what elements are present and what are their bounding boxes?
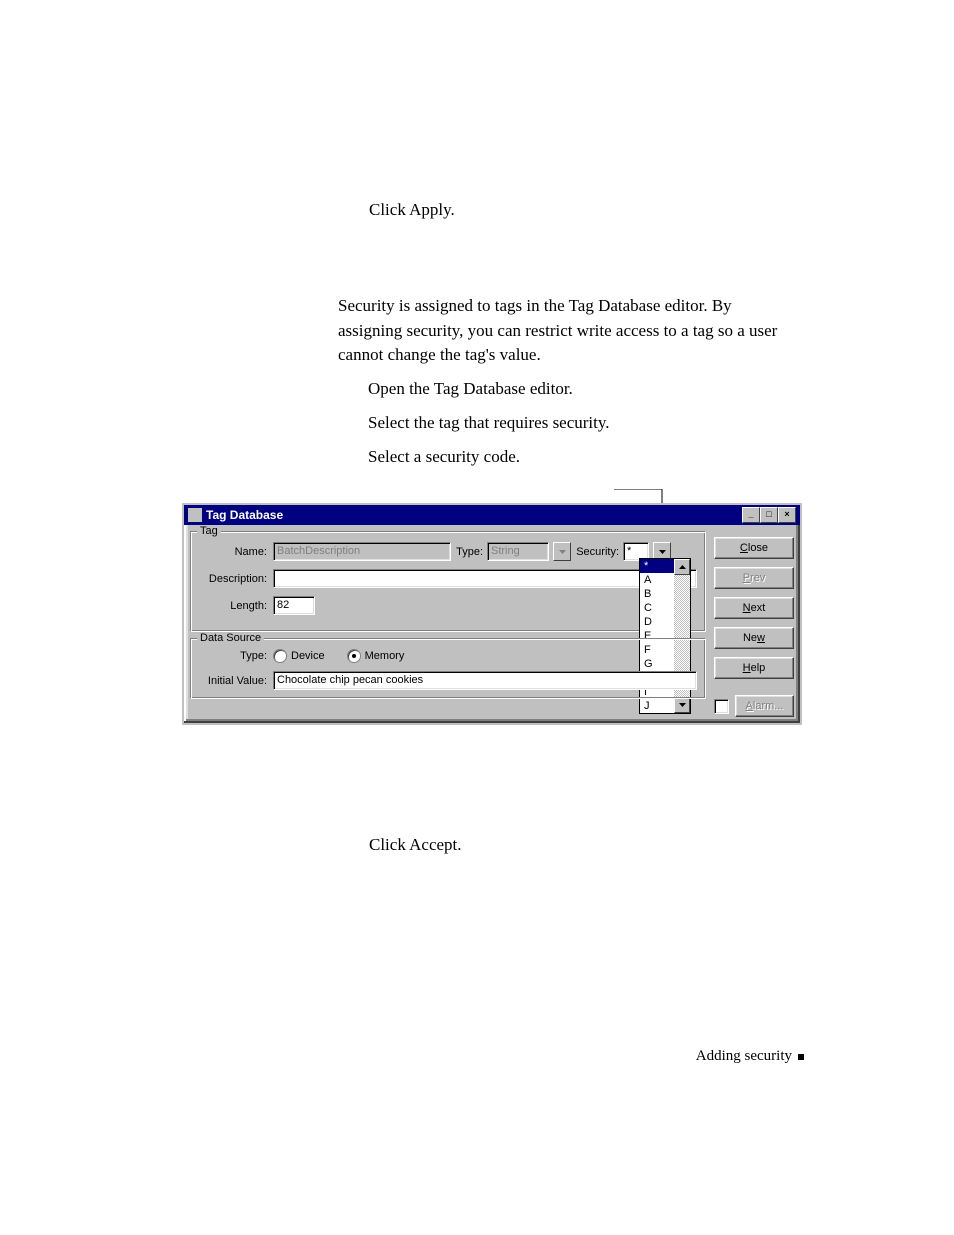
name-field[interactable]: BatchDescription — [273, 542, 451, 561]
data-source-group-label: Data Source — [197, 632, 264, 644]
chevron-down-icon — [659, 550, 666, 554]
step-select-tag: Select the tag that requires security. — [338, 411, 610, 436]
system-menu-icon[interactable] — [188, 508, 202, 522]
tag-group-label: Tag — [197, 525, 221, 537]
scroll-down-button[interactable] — [674, 697, 690, 713]
scroll-up-button[interactable] — [674, 559, 690, 575]
paragraph-security-intro: Security is assigned to tags in the Tag … — [338, 294, 778, 368]
prev-button: Prev — [714, 567, 794, 589]
security-option[interactable]: D — [640, 615, 674, 629]
close-button[interactable]: Close — [714, 537, 794, 559]
tag-database-dialog: Tag Database _ □ × Tag Name: BatchDescri… — [182, 503, 802, 725]
ds-type-label: Type: — [199, 650, 269, 662]
type-dropdown-button — [553, 542, 571, 561]
maximize-button[interactable]: □ — [760, 507, 778, 523]
minimize-button[interactable]: _ — [742, 507, 760, 523]
length-label: Length: — [199, 600, 269, 612]
data-source-group: Data Source Type: Device Memory Initial … — [190, 638, 706, 699]
step-select-code: Select a security code. — [338, 445, 520, 470]
security-option[interactable]: B — [640, 587, 674, 601]
next-button[interactable]: Next — [714, 597, 794, 619]
step-click-apply: Click Apply. — [369, 198, 455, 223]
alarm-checkbox[interactable] — [714, 699, 729, 714]
security-option[interactable]: C — [640, 601, 674, 615]
step-open-editor: Open the Tag Database editor. — [338, 377, 573, 402]
chevron-down-icon — [679, 703, 686, 707]
new-button[interactable]: New — [714, 627, 794, 649]
name-label: Name: — [199, 546, 269, 558]
length-field[interactable]: 82 — [273, 596, 315, 615]
footer-square-icon — [798, 1054, 804, 1060]
initial-value-label: Initial Value: — [199, 675, 269, 687]
memory-radio[interactable] — [347, 649, 361, 663]
tag-group: Tag Name: BatchDescription Type: String … — [190, 531, 706, 632]
security-option[interactable]: * — [640, 559, 674, 573]
security-option[interactable]: A — [640, 573, 674, 587]
device-radio[interactable] — [273, 649, 287, 663]
memory-radio-label: Memory — [365, 650, 405, 662]
initial-value-field[interactable]: Chocolate chip pecan cookies — [273, 671, 697, 690]
type-label: Type: — [455, 546, 483, 558]
help-button[interactable]: Help — [714, 657, 794, 679]
security-label: Security: — [575, 546, 619, 558]
titlebar[interactable]: Tag Database _ □ × — [184, 505, 800, 525]
device-radio-label: Device — [291, 650, 325, 662]
step-click-accept: Click Accept. — [369, 833, 462, 858]
description-label: Description: — [199, 573, 269, 585]
window-title: Tag Database — [206, 508, 283, 522]
description-field[interactable] — [273, 569, 697, 588]
type-field: String — [487, 542, 549, 561]
chevron-down-icon — [559, 550, 566, 554]
security-option[interactable]: J — [640, 699, 674, 713]
alarm-button: Alarm... — [735, 695, 794, 717]
page-footer: Adding security — [696, 1048, 804, 1065]
chevron-up-icon — [679, 565, 686, 569]
close-x-button[interactable]: × — [778, 507, 796, 523]
